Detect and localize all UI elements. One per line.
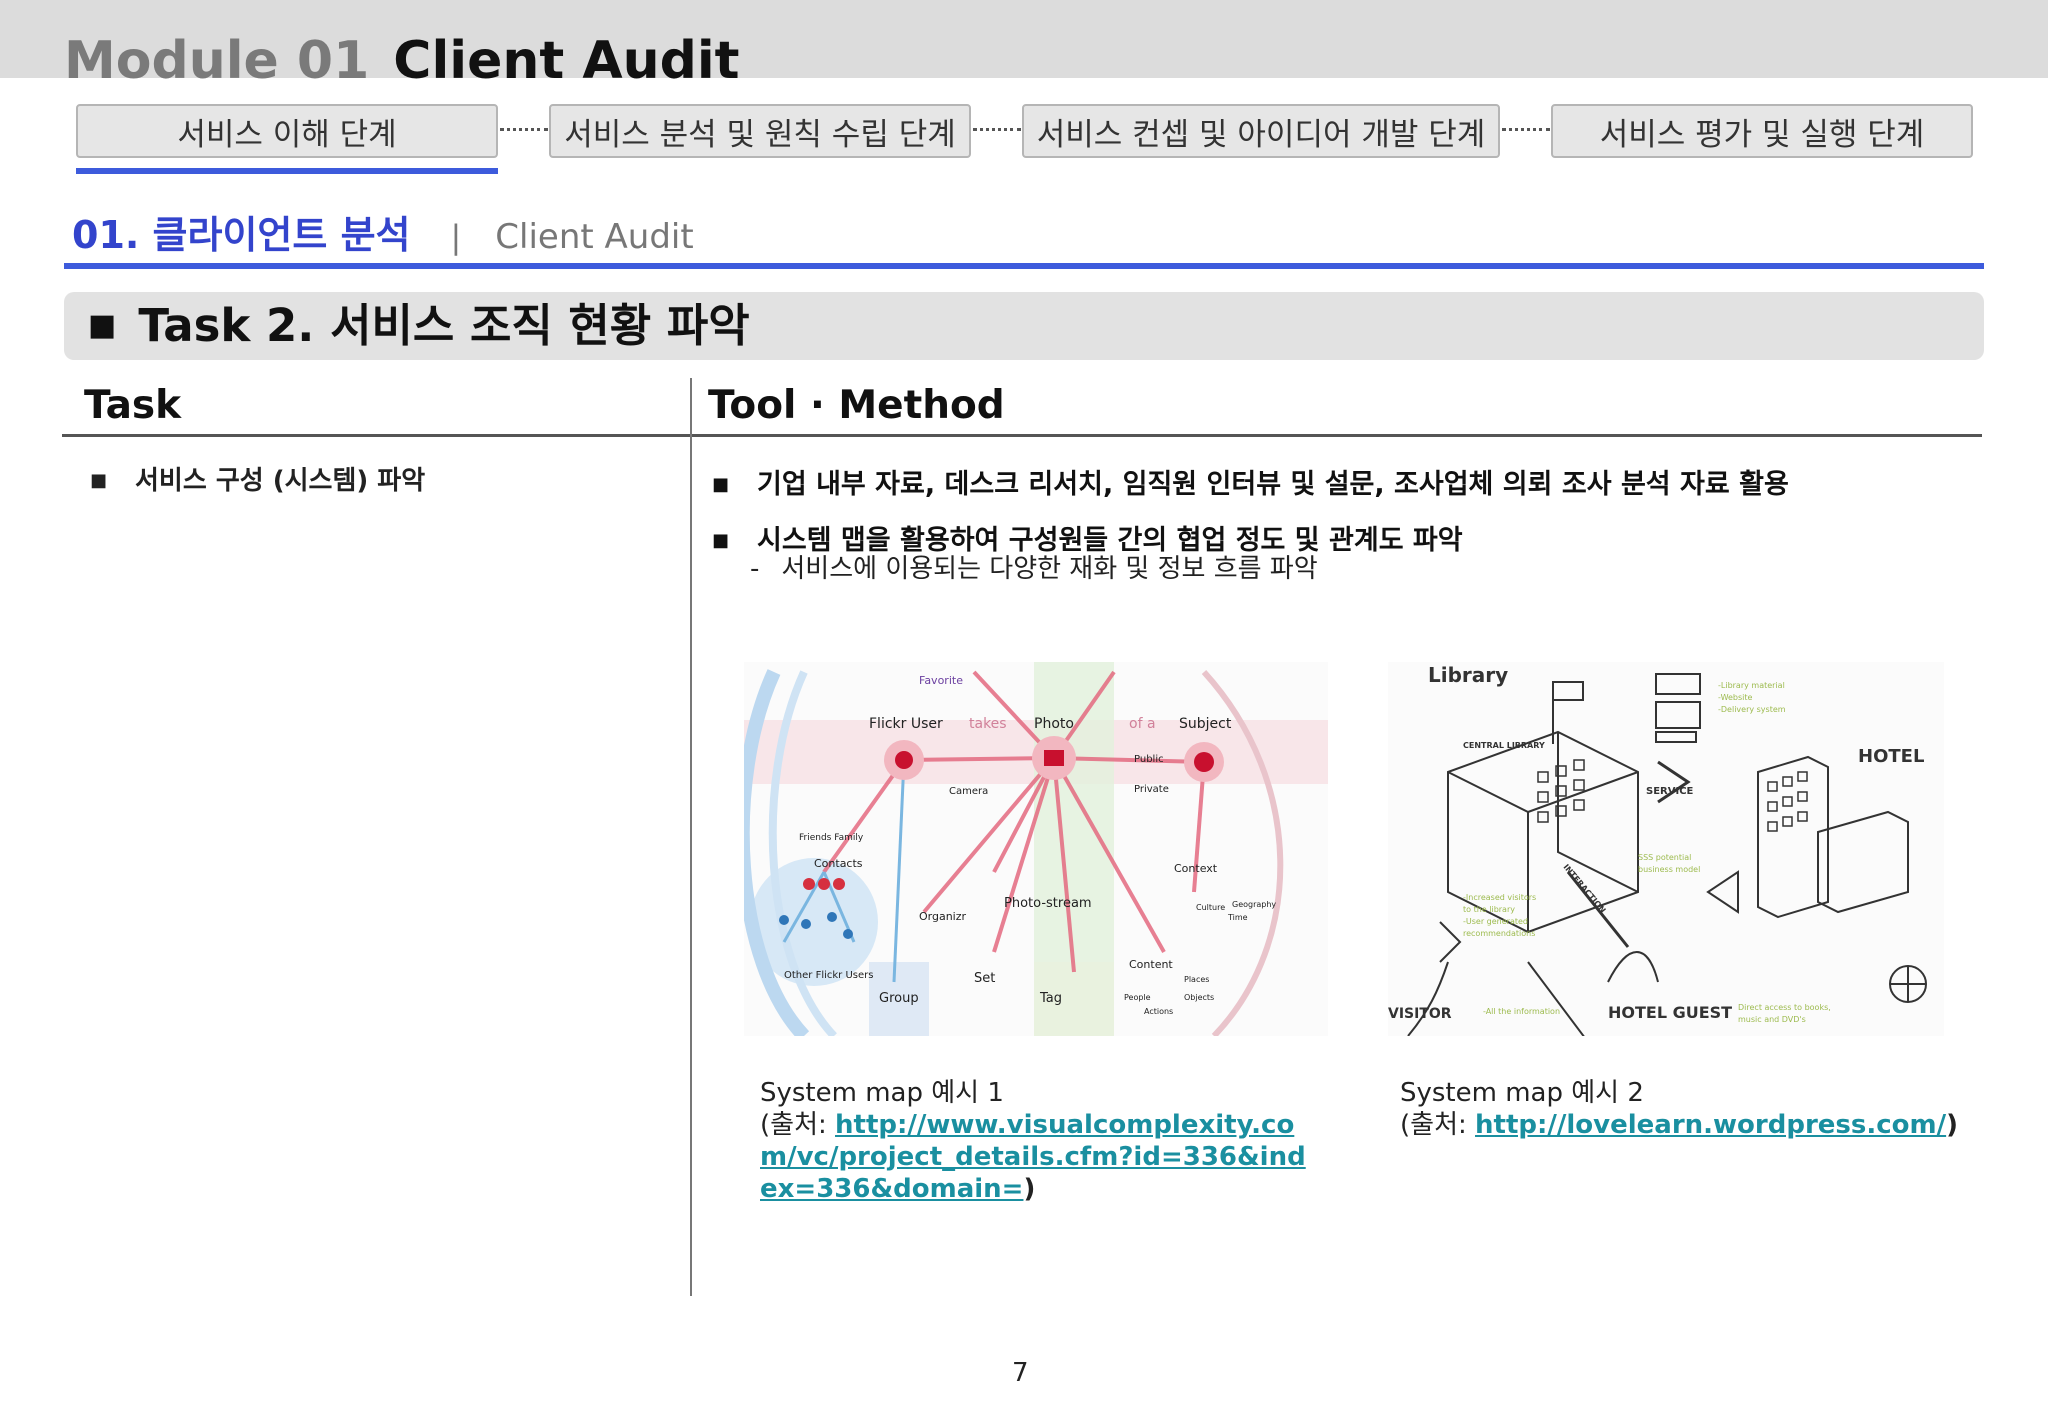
label-geography: Geography <box>1232 900 1276 909</box>
svg-text:-All the information: -All the information <box>1483 1007 1560 1016</box>
figure-caption-2: System map 예시 2 (출처: http://lovelearn.wo… <box>1400 1077 1960 1141</box>
caption-source: (출처: http://www.visualcomplexity.com/vc/… <box>760 1109 1320 1205</box>
step-evaluation[interactable]: 서비스 평가 및 실행 단계 <box>1551 104 1973 158</box>
method-sub-text: 서비스에 이용되는 다양한 재화 및 정보 흐름 파악 <box>781 554 1318 584</box>
label-favorite: Favorite <box>919 674 963 687</box>
source-suffix: ) <box>1946 1110 1959 1140</box>
label-organizr: Organizr <box>919 910 967 923</box>
svg-text:business model: business model <box>1638 865 1700 874</box>
bullet-icon: ■ <box>90 470 108 491</box>
svg-text:music and DVD's: music and DVD's <box>1738 1015 1806 1024</box>
section-title: 01. 클라이언트 분석 | Client Audit <box>72 210 694 262</box>
svg-text:-Website: -Website <box>1718 693 1753 702</box>
flickr-system-map: Flickr User takes Photo of a Subject Fav… <box>744 662 1328 1036</box>
page-number: 7 <box>1012 1358 1029 1388</box>
label-friends-family: Friends Family <box>799 833 864 843</box>
label-contacts: Contacts <box>814 857 863 870</box>
step-connector <box>973 128 1021 131</box>
task-item-text: 서비스 구성 (시스템) 파악 <box>135 466 426 496</box>
module-title: Module 01 Client Audit <box>64 26 740 96</box>
label-hotel-guest: HOTEL GUEST <box>1608 1003 1732 1022</box>
task-banner-title: ■ Task 2. 서비스 조직 현황 파악 <box>88 296 750 356</box>
svg-text:-Increased visitors: -Increased visitors <box>1463 893 1536 902</box>
system-map-image-2: Library HOTEL SERVICE VISITOR HOTEL GUES… <box>1388 662 1944 1036</box>
step-understand[interactable]: 서비스 이해 단계 <box>76 104 498 158</box>
caption-title: System map 예시 1 <box>760 1078 1004 1108</box>
task-title: Task 2. 서비스 조직 현황 파악 <box>138 299 750 352</box>
label-people: People <box>1124 993 1151 1002</box>
label-set: Set <box>974 971 995 986</box>
module-number: Module 01 <box>64 31 370 91</box>
column-header-task: Task <box>84 383 182 428</box>
label-content: Content <box>1129 958 1173 971</box>
svg-text:Direct access to books,: Direct access to books, <box>1738 1003 1831 1012</box>
label-library: Library <box>1428 663 1508 687</box>
step-connector <box>1502 128 1550 131</box>
task-item: ■ 서비스 구성 (시스템) 파악 <box>90 460 425 497</box>
label-subject: Subject <box>1179 716 1232 732</box>
bullet-icon: ■ <box>712 530 730 551</box>
svg-text:-User generated: -User generated <box>1463 917 1528 926</box>
section-title-kr: 01. 클라이언트 분석 <box>72 213 411 257</box>
label-culture: Culture <box>1196 903 1225 912</box>
section-separator: | <box>450 218 462 256</box>
label-tag: Tag <box>1039 991 1062 1006</box>
label-photostream: Photo-stream <box>1004 896 1092 911</box>
label-visitor: VISITOR <box>1388 1006 1452 1022</box>
label-flickr-user: Flickr User <box>869 716 943 732</box>
bullet-icon: ■ <box>712 474 730 495</box>
label-other-users: Other Flickr Users <box>784 970 873 981</box>
label-central-library: CENTRAL LIBRARY <box>1463 741 1545 750</box>
section-rule <box>64 263 1984 269</box>
label-context: Context <box>1174 862 1218 875</box>
label-objects: Objects <box>1184 993 1214 1002</box>
svg-text:-Library material: -Library material <box>1718 681 1785 690</box>
step-analysis[interactable]: 서비스 분석 및 원칙 수립 단계 <box>549 104 971 158</box>
label-places: Places <box>1184 975 1209 984</box>
label-service: SERVICE <box>1646 786 1694 797</box>
svg-text:SSS potential: SSS potential <box>1638 853 1691 862</box>
active-step-indicator <box>76 168 498 174</box>
module-name: Client Audit <box>393 31 740 91</box>
label-of-a: of a <box>1129 716 1156 732</box>
method-item-text: 기업 내부 자료, 데스크 리서치, 임직원 인터뷰 및 설문, 조사업체 의뢰… <box>757 469 1789 500</box>
step-concept[interactable]: 서비스 컨셉 및 아이디어 개발 단계 <box>1022 104 1500 158</box>
label-camera: Camera <box>949 786 988 797</box>
library-system-map-sketch: Library HOTEL SERVICE VISITOR HOTEL GUES… <box>1388 662 1944 1036</box>
source-prefix: (출처: <box>1400 1110 1476 1140</box>
label-takes: takes <box>969 716 1007 732</box>
dash-icon: - <box>750 554 760 584</box>
caption-title: System map 예시 2 <box>1400 1078 1644 1108</box>
source-link-2[interactable]: http://lovelearn.wordpress.com/ <box>1475 1110 1946 1140</box>
section-title-en: Client Audit <box>495 217 694 257</box>
label-hotel: HOTEL <box>1858 746 1924 767</box>
label-photo: Photo <box>1034 716 1074 732</box>
label-group: Group <box>879 991 919 1006</box>
svg-text:to the library: to the library <box>1463 905 1515 914</box>
bullet-icon: ■ <box>88 308 117 343</box>
label-actions: Actions <box>1144 1007 1173 1016</box>
column-header-method: Tool · Method <box>708 383 1005 428</box>
method-item: ■ 기업 내부 자료, 데스크 리서치, 임직원 인터뷰 및 설문, 조사업체 의… <box>712 462 1789 501</box>
caption-source: (출처: http://lovelearn.wordpress.com/) <box>1400 1109 1960 1141</box>
header-rule <box>62 434 1982 437</box>
figure-caption-1: System map 예시 1 (출처: http://www.visualco… <box>760 1077 1320 1205</box>
source-prefix: (출처: <box>760 1110 836 1140</box>
label-public: Public <box>1134 754 1164 765</box>
label-time: Time <box>1227 913 1248 922</box>
label-private: Private <box>1134 784 1169 795</box>
svg-text:recommendations: recommendations <box>1463 929 1535 938</box>
source-suffix: ) <box>1023 1174 1036 1204</box>
column-divider <box>690 378 692 1296</box>
system-map-image-1: Flickr User takes Photo of a Subject Fav… <box>744 662 1328 1036</box>
method-sub-item: - 서비스에 이용되는 다양한 재화 및 정보 흐름 파악 <box>750 548 1318 585</box>
svg-text:-Delivery system: -Delivery system <box>1718 705 1786 714</box>
step-connector <box>500 128 548 131</box>
